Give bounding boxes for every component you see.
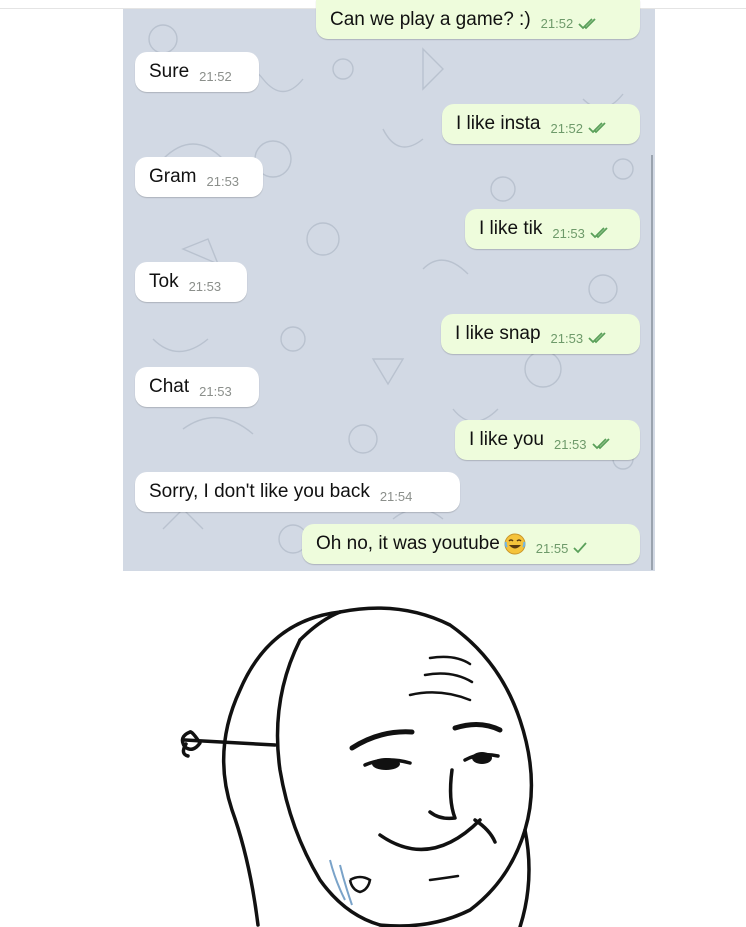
single-check-icon [572,541,588,555]
message-bubble-outgoing[interactable]: I like insta 21:52 [442,104,640,144]
double-check-icon [587,331,609,345]
wojak-meme-illustration [180,606,534,927]
message-time: 21:53 [188,278,222,294]
message-text: I like you [469,429,544,450]
message-text: Tok [149,271,179,292]
message-bubble-outgoing[interactable]: I like snap 21:53 [441,314,640,354]
message-bubble-incoming[interactable]: Sorry, I don't like you back 21:54 [135,472,460,512]
message-bubble-incoming[interactable]: Tok 21:53 [135,262,247,302]
message-text: Can we play a game? :) [330,8,531,30]
double-check-icon [589,226,611,240]
message-text: Sure [149,61,190,82]
message-bubble-incoming[interactable]: Chat 21:53 [135,367,259,407]
message-time: 21:55 [535,540,569,556]
message-time: 21:53 [553,436,587,452]
message-bubble-outgoing[interactable]: I like you 21:53 [455,420,640,460]
message-bubble-outgoing[interactable]: Can we play a game? :) 21:52 [316,0,640,39]
message-text: I like snap [455,323,541,344]
message-bubble-outgoing[interactable]: I like tik 21:53 [465,209,640,249]
message-bubble-incoming[interactable]: Gram 21:53 [135,157,263,197]
double-check-icon [577,17,599,31]
message-text: Sorry, I don't like you back [149,481,370,502]
message-bubble-incoming[interactable]: Sure 21:52 [135,52,259,92]
message-time: 21:53 [199,383,232,399]
message-text: Gram [149,166,197,187]
double-check-icon [591,437,613,451]
message-text: I like tik [479,218,543,239]
double-check-icon [587,121,609,135]
message-text: Chat [149,376,190,397]
message-text: Oh no, it was youtube [316,533,500,554]
message-time: 21:53 [206,173,240,189]
chat-scrollbar[interactable] [651,155,653,570]
message-time: 21:53 [552,225,585,241]
laughing-emoji-icon [504,533,526,555]
message-time: 21:54 [379,488,413,504]
message-text: I like insta [456,113,541,134]
message-bubble-outgoing[interactable]: Oh no, it was youtube 21:55 [302,524,640,564]
message-time: 21:52 [550,120,584,136]
message-time: 21:52 [540,16,574,31]
message-time: 21:53 [550,330,584,346]
message-time: 21:52 [199,68,232,84]
